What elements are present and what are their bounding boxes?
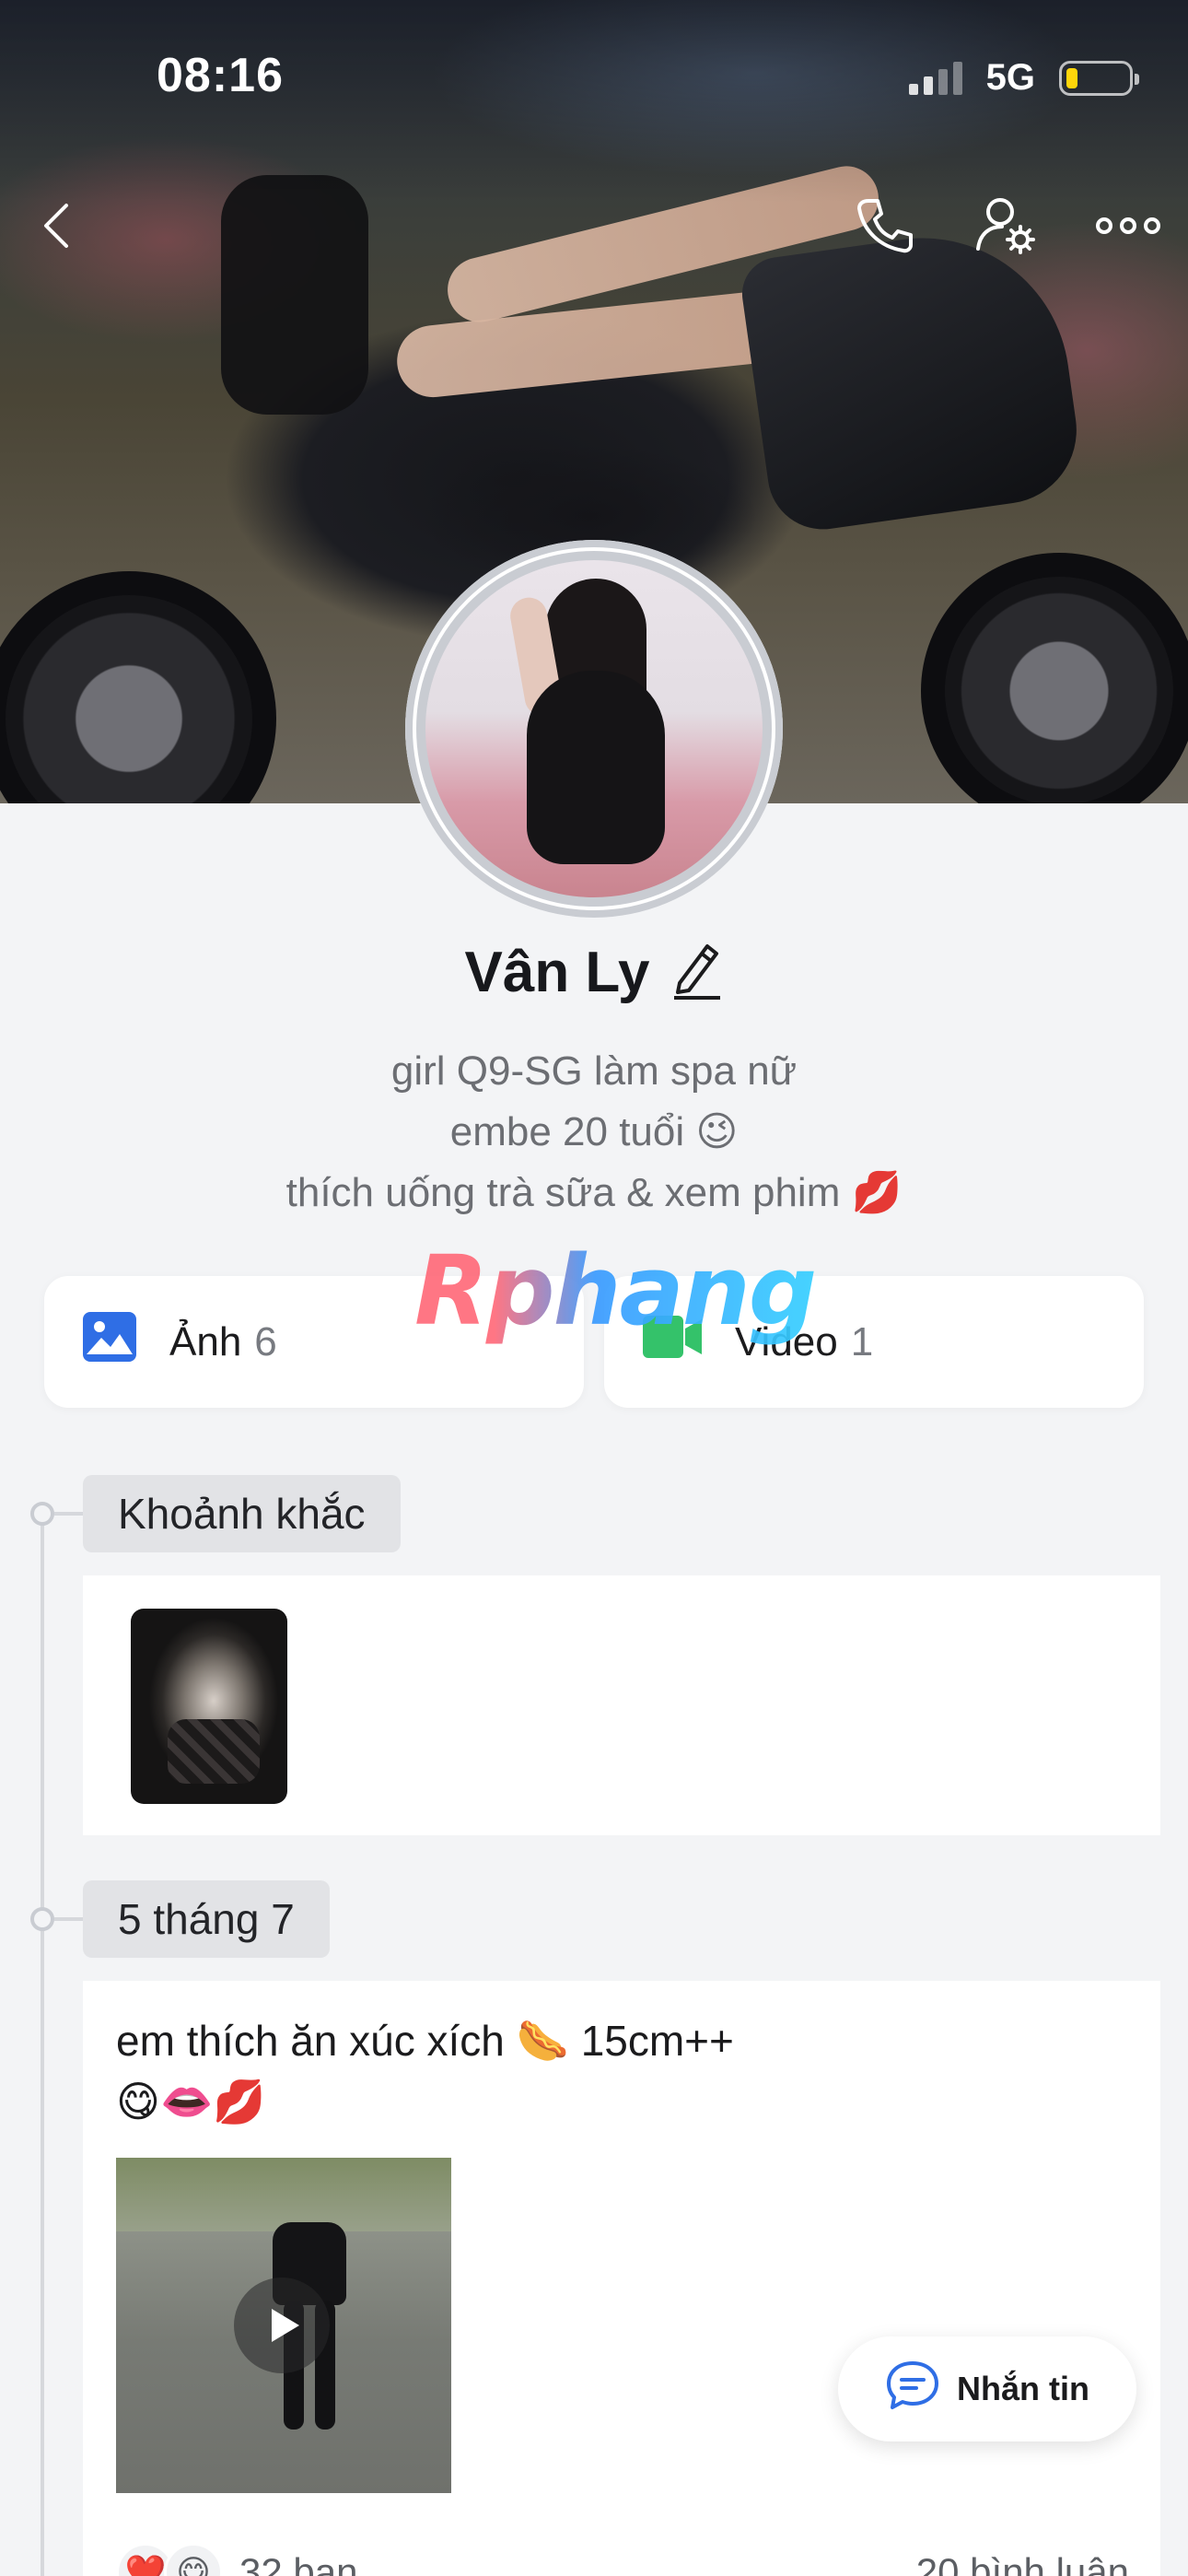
moment-thumbnail[interactable] (131, 1609, 287, 1804)
post-text-line: em thích ăn xúc xích 🌭 15cm++ (116, 2017, 734, 2065)
photo-icon (83, 1312, 136, 1372)
comments-count[interactable]: 20 bình luận (916, 2550, 1129, 2576)
status-time: 08:16 (157, 49, 284, 102)
videos-count: 1 (850, 1318, 874, 1364)
moments-label: Khoảnh khắc (83, 1475, 401, 1552)
chat-icon (885, 2359, 940, 2419)
timeline-line (41, 1511, 44, 2576)
network-type: 5G (985, 57, 1035, 98)
post-text: em thích ăn xúc xích 🌭 15cm++ 😋👄💋 (116, 2010, 734, 2132)
yum-reaction-icon: 😋 (164, 2543, 223, 2576)
photos-count: 6 (254, 1318, 277, 1364)
post-date-label: 5 tháng 7 (83, 1880, 330, 1958)
user-settings-icon[interactable] (970, 189, 1043, 263)
post-emoji-line: 😋👄💋 (116, 2078, 266, 2125)
post-video-thumbnail[interactable] (116, 2158, 451, 2493)
reaction-icons[interactable]: ❤️ 😋 (116, 2543, 223, 2576)
back-icon[interactable] (20, 189, 94, 263)
avatar[interactable] (405, 540, 783, 918)
battery-icon (1059, 60, 1139, 96)
phone-icon[interactable] (847, 189, 921, 263)
bio-line: girl Q9-SG làm spa nữ (390, 1048, 798, 1094)
signal-icon (908, 61, 962, 95)
likes-count[interactable]: 32 bạn (239, 2550, 357, 2576)
photos-label: Ảnh (169, 1318, 242, 1364)
edit-icon[interactable] (670, 941, 724, 1004)
avatar-photo (416, 551, 772, 907)
timeline-dot (30, 1907, 54, 1931)
play-icon[interactable] (234, 2277, 330, 2373)
timeline-dot (30, 1502, 54, 1526)
profile-name-row: Vân Ly (0, 940, 1188, 1005)
message-button-label: Nhắn tin (957, 2370, 1089, 2407)
profile-bio: girl Q9-SG làm spa nữ embe 20 tuổi 😉 thí… (0, 1041, 1188, 1224)
bio-line: embe 20 tuổi 😉 (449, 1109, 739, 1154)
bio-line: thích uống trà sữa & xem phim 💋 (285, 1170, 903, 1215)
message-button[interactable]: Nhắn tin (838, 2336, 1136, 2441)
moments-card (83, 1575, 1160, 1835)
post-card[interactable]: em thích ăn xúc xích 🌭 15cm++ 😋👄💋 ❤️ 😋 3… (83, 1981, 1160, 2576)
post-footer: ❤️ 😋 32 bạn 20 bình luận (116, 2543, 1129, 2576)
more-icon[interactable] (1091, 189, 1165, 263)
watermark-logo: Rphang (414, 1235, 817, 1347)
profile-name: Vân Ly (464, 941, 650, 1004)
status-indicators: 5G (908, 57, 1139, 99)
